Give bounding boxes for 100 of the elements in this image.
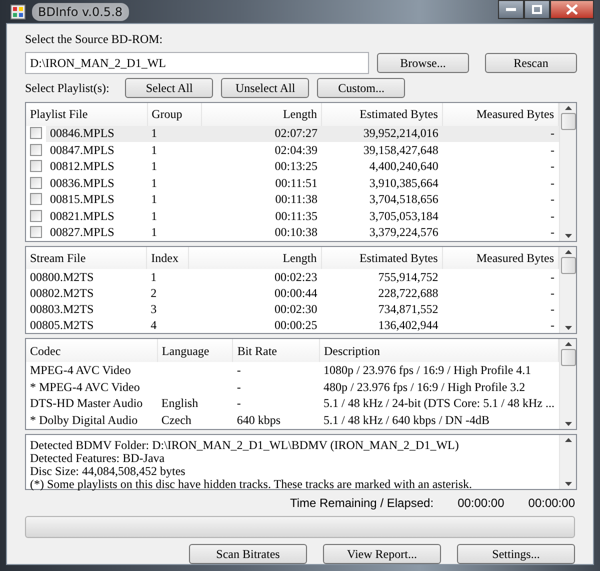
- table-cell-text: English: [160, 395, 200, 412]
- column-header[interactable]: Description: [319, 339, 558, 362]
- time-remaining: 00:00:00: [458, 495, 504, 512]
- table-cell-text: Czech: [160, 412, 192, 429]
- path-field[interactable]: D:\IRON_MAN_2_D1_WL: [25, 52, 369, 74]
- table-cell-text: -: [236, 378, 242, 396]
- table-cell[interactable]: -: [442, 126, 558, 142]
- column-header[interactable]: Codec: [26, 339, 158, 362]
- column-header[interactable]: Estimated Bytes: [321, 247, 442, 269]
- action-button[interactable]: Select All: [125, 78, 214, 98]
- table-cell[interactable]: 00:11:51: [202, 175, 322, 192]
- action-button[interactable]: Rescan: [485, 53, 577, 73]
- close-icon: [566, 4, 578, 15]
- table-cell[interactable]: 1: [147, 224, 202, 241]
- checkbox[interactable]: [30, 210, 42, 222]
- table-cell[interactable]: 39,158,427,648: [321, 142, 442, 159]
- table-cell[interactable]: -: [442, 158, 558, 176]
- table-cell: 755,914,752: [321, 269, 442, 285]
- column-header[interactable]: Index: [146, 247, 188, 269]
- table-cell[interactable]: 00821.MPLS: [46, 208, 148, 224]
- table-cell-text: 136,402,944: [377, 317, 440, 333]
- table-cell-text: * MPEG-4 AVC Video: [29, 378, 141, 396]
- column-header[interactable]: Measured Bytes: [442, 103, 558, 126]
- scrollbar-thumb[interactable]: [560, 349, 576, 366]
- table-cell-text: 4: [150, 317, 158, 333]
- checkbox[interactable]: [30, 226, 42, 238]
- column-header[interactable]: Bit Rate: [232, 339, 320, 362]
- column-header[interactable]: Playlist File: [26, 103, 148, 126]
- info-line: Detected BDMV Folder: D:\IRON_MAN_2_D1_WL\BDMV (IRON_MAN_2_D1_WL): [30, 439, 460, 452]
- column-header[interactable]: Language: [157, 339, 233, 362]
- table-cell-text: -: [550, 285, 556, 301]
- table-cell[interactable]: 1: [147, 208, 202, 224]
- table-cell[interactable]: 00846.MPLS: [46, 126, 148, 142]
- table-cell[interactable]: 1: [147, 192, 202, 208]
- minimize-button[interactable]: [498, 0, 524, 19]
- table-cell-text: DTS-HD Master Audio: [29, 395, 144, 412]
- column-header[interactable]: Stream File: [26, 247, 147, 269]
- table-cell-text: 5.1 / 48 kHz / 640 kbps / DN -4dB: [322, 412, 490, 429]
- table-cell[interactable]: -: [442, 192, 558, 208]
- action-button[interactable]: Custom...: [317, 78, 406, 98]
- table-cell[interactable]: 00827.MPLS: [46, 224, 148, 241]
- table-cell: MPEG-4 AVC Video: [26, 362, 158, 379]
- table-cell[interactable]: 02:04:39: [202, 142, 322, 159]
- table-cell[interactable]: 4,400,240,640: [321, 158, 442, 176]
- table-cell[interactable]: 3,910,385,664: [321, 175, 442, 192]
- table-cell[interactable]: -: [442, 175, 558, 192]
- checkbox[interactable]: [30, 127, 42, 140]
- table-cell[interactable]: -: [442, 142, 558, 159]
- table-cell-text: 640 kbps: [236, 412, 282, 429]
- info-line: (*) Some playlists on this disc have hidden tracks. These tracks are marked with an asterisk.: [30, 478, 473, 491]
- minimize-icon: [506, 8, 516, 12]
- playlist-label: Select Playlist(s):: [25, 80, 110, 97]
- table-cell[interactable]: 1: [147, 126, 202, 142]
- action-button[interactable]: Browse...: [377, 53, 469, 73]
- table-cell[interactable]: 00:11:35: [202, 208, 322, 224]
- table-cell-text: 00802.M2TS: [29, 285, 95, 301]
- column-header[interactable]: Estimated Bytes: [321, 103, 442, 126]
- table-cell[interactable]: 1: [147, 158, 202, 176]
- table-cell[interactable]: 02:07:27: [202, 126, 322, 142]
- table-cell[interactable]: 00847.MPLS: [46, 142, 148, 159]
- table-cell-text: 3: [150, 301, 158, 317]
- close-button[interactable]: [550, 0, 594, 19]
- time-label: Time Remaining / Elapsed:: [290, 495, 434, 512]
- maximize-button[interactable]: [524, 0, 550, 19]
- checkbox[interactable]: [30, 144, 42, 156]
- table-cell-text: 5.1 / 48 kHz / 24-bit (DTS Core: 5.1 / 48 kHz ...: [322, 395, 556, 412]
- table-cell[interactable]: 3,704,518,656: [321, 192, 442, 208]
- table-cell[interactable]: -: [442, 208, 558, 224]
- table-cell[interactable]: 1: [147, 175, 202, 192]
- table-cell[interactable]: 3,379,224,576: [321, 224, 442, 241]
- action-button[interactable]: Settings...: [457, 544, 575, 564]
- table-cell-text: 00:00:44: [274, 285, 318, 301]
- column-header[interactable]: Measured Bytes: [442, 247, 558, 269]
- column-header[interactable]: Length: [188, 247, 322, 269]
- maximize-icon: [532, 5, 542, 14]
- table-cell[interactable]: 1: [147, 142, 202, 159]
- checkbox[interactable]: [30, 160, 42, 172]
- table-cell[interactable]: 00815.MPLS: [46, 192, 148, 208]
- action-button[interactable]: Scan Bitrates: [189, 544, 307, 564]
- table-cell[interactable]: 3,705,053,184: [321, 208, 442, 224]
- scrollbar-thumb[interactable]: [560, 257, 576, 274]
- action-button[interactable]: Unselect All: [221, 78, 310, 98]
- column-header[interactable]: Length: [202, 103, 322, 126]
- table-cell[interactable]: 00812.MPLS: [46, 158, 148, 176]
- table-cell: 00800.M2TS: [26, 269, 147, 285]
- action-button[interactable]: View Report...: [323, 544, 441, 564]
- table-cell[interactable]: -: [442, 224, 558, 241]
- table-cell: 1: [146, 269, 188, 285]
- table-cell-text: 00805.M2TS: [29, 317, 95, 333]
- table-cell-text: 00803.M2TS: [29, 301, 95, 317]
- table-cell[interactable]: 39,952,214,016: [321, 126, 442, 142]
- column-header[interactable]: Group: [147, 103, 202, 126]
- table-cell[interactable]: 00:13:25: [202, 158, 322, 176]
- checkbox[interactable]: [30, 176, 42, 189]
- table-cell[interactable]: 00:11:38: [202, 192, 322, 208]
- table-cell-text: 480p / 23.976 fps / 16:9 / High Profile 3.2: [322, 378, 526, 396]
- table-cell[interactable]: 00:10:38: [202, 224, 322, 241]
- scrollbar-thumb[interactable]: [560, 113, 576, 130]
- table-cell[interactable]: 00836.MPLS: [46, 175, 148, 192]
- checkbox[interactable]: [30, 193, 42, 206]
